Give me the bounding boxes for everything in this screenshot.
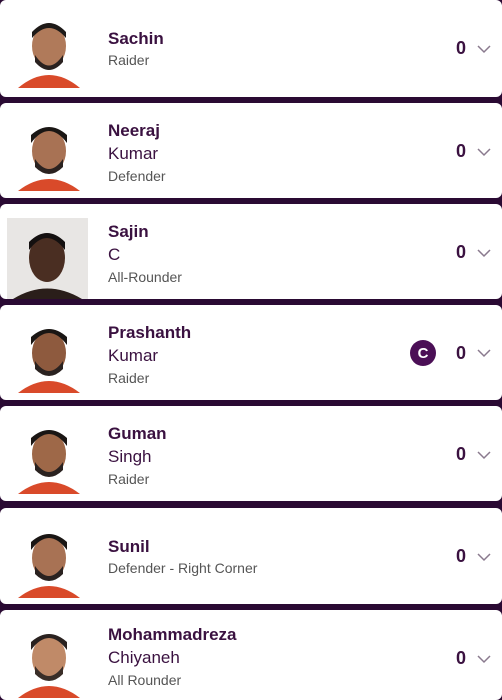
player-role: Raider: [108, 52, 150, 68]
player-card[interactable]: Prashanth Kumar Raider C 0: [0, 305, 502, 400]
player-photo: [10, 113, 88, 191]
chevron-down-icon[interactable]: [476, 144, 492, 160]
player-first-name: Sachin: [108, 29, 164, 48]
captain-badge: C: [409, 340, 436, 366]
player-role: Defender - Right Corner: [108, 560, 258, 576]
player-last-name: Singh: [108, 447, 152, 466]
player-first-name: Sunil: [108, 537, 150, 556]
player-first-name: Prashanth: [108, 323, 192, 342]
player-first-name: Neeraj: [108, 121, 160, 140]
chevron-down-icon[interactable]: [476, 245, 492, 261]
player-role: Raider: [108, 370, 150, 386]
player-points: 0: [455, 38, 466, 58]
player-photo: [10, 520, 88, 598]
player-card[interactable]: Mohammadreza Chiyaneh All Rounder 0: [0, 610, 502, 700]
player-role: All Rounder: [108, 672, 182, 688]
player-role: Raider: [108, 471, 150, 487]
chevron-down-icon[interactable]: [476, 345, 492, 361]
player-photo: [10, 10, 88, 88]
chevron-down-icon[interactable]: [476, 447, 492, 463]
player-role: All-Rounder: [108, 269, 182, 285]
player-card[interactable]: Sajin C All-Rounder 0: [0, 204, 502, 299]
chevron-down-icon[interactable]: [476, 651, 492, 667]
player-photo: [10, 416, 88, 494]
player-card[interactable]: Sunil Defender - Right Corner 0: [0, 508, 502, 604]
player-points: 0: [455, 546, 466, 566]
player-photo-placeholder: [7, 218, 88, 299]
player-points: 0: [455, 342, 466, 363]
player-points: 0: [455, 648, 466, 668]
player-card[interactable]: Guman Singh Raider 0: [0, 406, 502, 501]
player-role: Defender: [108, 168, 166, 184]
player-photo: [10, 620, 88, 698]
player-card[interactable]: Sachin Raider 0: [0, 0, 502, 97]
player-first-name: Mohammadreza: [108, 625, 237, 644]
player-last-name: Chiyaneh: [108, 648, 180, 667]
chevron-down-icon[interactable]: [476, 41, 492, 57]
player-points: 0: [455, 242, 466, 262]
player-last-name: C: [108, 245, 121, 264]
chevron-down-icon[interactable]: [476, 549, 492, 565]
player-points: 0: [455, 141, 466, 161]
player-card[interactable]: Neeraj Kumar Defender 0: [0, 103, 502, 198]
player-last-name: Kumar: [108, 144, 159, 163]
player-first-name: Sajin: [108, 222, 149, 241]
player-points: 0: [455, 444, 466, 464]
player-photo: [10, 315, 88, 393]
player-first-name: Guman: [108, 424, 167, 443]
player-last-name: Kumar: [108, 346, 159, 365]
